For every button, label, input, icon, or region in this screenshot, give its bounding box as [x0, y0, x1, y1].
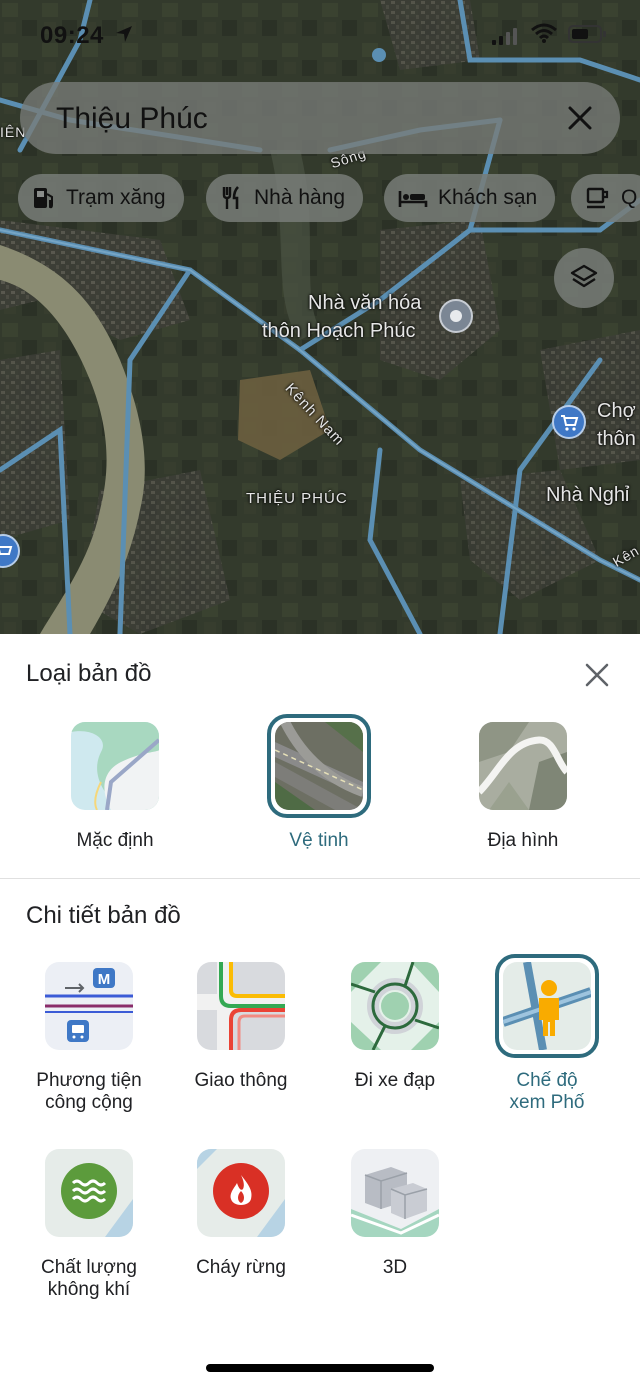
detail-label-line: công cộng: [45, 1092, 133, 1113]
air-quality-thumbnail: [45, 1149, 133, 1237]
detail-label: Chất lượng không khí: [14, 1257, 164, 1301]
close-icon[interactable]: [582, 660, 612, 690]
transit-thumbnail: M: [45, 962, 133, 1050]
detail-label-line: Giao thông: [194, 1070, 288, 1091]
detail-label: Chế độ xem Phố: [472, 1070, 622, 1114]
satellite-map-thumbnail: [275, 722, 363, 810]
detail-label: Phương tiện công cộng: [14, 1070, 164, 1114]
wildfires-thumbnail: [197, 1149, 285, 1237]
area-label: THIỆU PHÚC: [246, 490, 348, 507]
map-options-sheet: Loại bản đồ Mặc định Vệ tinh Địa hình Ch…: [0, 634, 640, 1386]
detail-label-line: xem Phố: [509, 1092, 585, 1113]
detail-air-quality[interactable]: Chất lượng không khí: [14, 1149, 164, 1301]
search-bar[interactable]: Thiệu Phúc: [20, 82, 620, 154]
detail-wildfires[interactable]: Cháy rừng: [166, 1149, 316, 1279]
map-type-label: Địa hình: [487, 830, 559, 851]
home-indicator[interactable]: [206, 1364, 434, 1372]
traffic-thumbnail: [197, 962, 285, 1050]
detail-3d[interactable]: 3D: [320, 1149, 470, 1279]
shopping-cart-icon[interactable]: [0, 534, 20, 568]
location-arrow-icon: [116, 26, 132, 42]
chip-label: Q: [621, 186, 638, 209]
chip-gas-station[interactable]: Trạm xăng: [18, 174, 184, 222]
chip-restaurant[interactable]: Nhà hàng: [206, 174, 364, 222]
detail-label: Cháy rừng: [166, 1257, 316, 1279]
chip-label: Trạm xăng: [66, 186, 166, 209]
terrain-map-thumbnail: [479, 722, 567, 810]
place-pin-icon[interactable]: [438, 298, 474, 338]
chip-label: Khách sạn: [438, 186, 538, 209]
map-type-satellite[interactable]: Vệ tinh: [244, 714, 394, 852]
close-icon[interactable]: [562, 100, 598, 136]
default-map-thumbnail: [71, 722, 159, 810]
street-view-thumbnail: [503, 962, 591, 1050]
cellular-signal-icon: [492, 28, 517, 45]
3d-thumbnail: [351, 1149, 439, 1237]
poi-label[interactable]: Nhà văn hóa: [308, 292, 421, 315]
detail-label: Giao thông: [166, 1070, 316, 1092]
detail-label-line: không khí: [47, 1279, 131, 1300]
status-time: 09:24: [40, 22, 104, 49]
gas-station-icon: [34, 188, 53, 209]
map-type-label: Mặc định: [76, 830, 154, 851]
detail-label-line: Cháy rừng: [196, 1257, 286, 1278]
battery-icon: [568, 25, 606, 43]
map-type-title: Loại bản đồ: [26, 660, 152, 687]
poi-label[interactable]: thôn Hoạch Phúc: [262, 320, 415, 343]
detail-public-transit[interactable]: M Phương tiện công cộng: [14, 962, 164, 1114]
divider: [0, 878, 640, 879]
restaurant-icon: [222, 186, 239, 209]
detail-traffic[interactable]: Giao thông: [166, 962, 316, 1092]
biking-thumbnail: [351, 962, 439, 1050]
hotel-icon: [398, 191, 428, 207]
map-type-label: Vệ tinh: [289, 830, 349, 851]
map-details-title: Chi tiết bản đồ: [26, 902, 181, 929]
detail-label-line: 3D: [382, 1257, 408, 1278]
poi-label[interactable]: thôn: [597, 428, 636, 451]
detail-label: 3D: [320, 1257, 470, 1279]
status-bar: 09:24: [0, 0, 640, 70]
svg-text:M: M: [98, 971, 111, 988]
search-input[interactable]: Thiệu Phúc: [56, 102, 208, 136]
chip-label: Nhà hàng: [254, 186, 346, 209]
coffee-icon: [586, 187, 609, 209]
detail-label-line: Phương tiện: [36, 1070, 142, 1091]
category-chips: Trạm xăng Nhà hàng Khách sạn Q: [18, 174, 640, 224]
map-type-default[interactable]: Mặc định: [40, 722, 190, 852]
detail-biking[interactable]: Đi xe đạp: [320, 962, 470, 1092]
detail-label-line: Chế độ: [516, 1070, 578, 1091]
map-view[interactable]: Nhà văn hóa thôn Hoạch Phúc Kênh Nam THI…: [0, 0, 640, 634]
map-type-terrain[interactable]: Địa hình: [448, 722, 598, 852]
wifi-icon: [531, 23, 557, 43]
poi-label[interactable]: Chợ: [597, 400, 636, 423]
detail-street-view[interactable]: Chế độ xem Phố: [472, 954, 622, 1114]
chip-hotel[interactable]: Khách sạn: [384, 174, 556, 222]
layers-icon: [570, 264, 598, 288]
detail-label-line: Đi xe đạp: [354, 1070, 436, 1091]
shopping-cart-icon[interactable]: [552, 405, 586, 439]
detail-label-line: Chất lượng: [41, 1257, 137, 1278]
detail-label: Đi xe đạp: [320, 1070, 470, 1092]
chip-coffee[interactable]: Q: [571, 174, 640, 222]
layers-button[interactable]: [554, 248, 614, 308]
poi-label[interactable]: Nhà Nghỉ: [546, 484, 629, 507]
